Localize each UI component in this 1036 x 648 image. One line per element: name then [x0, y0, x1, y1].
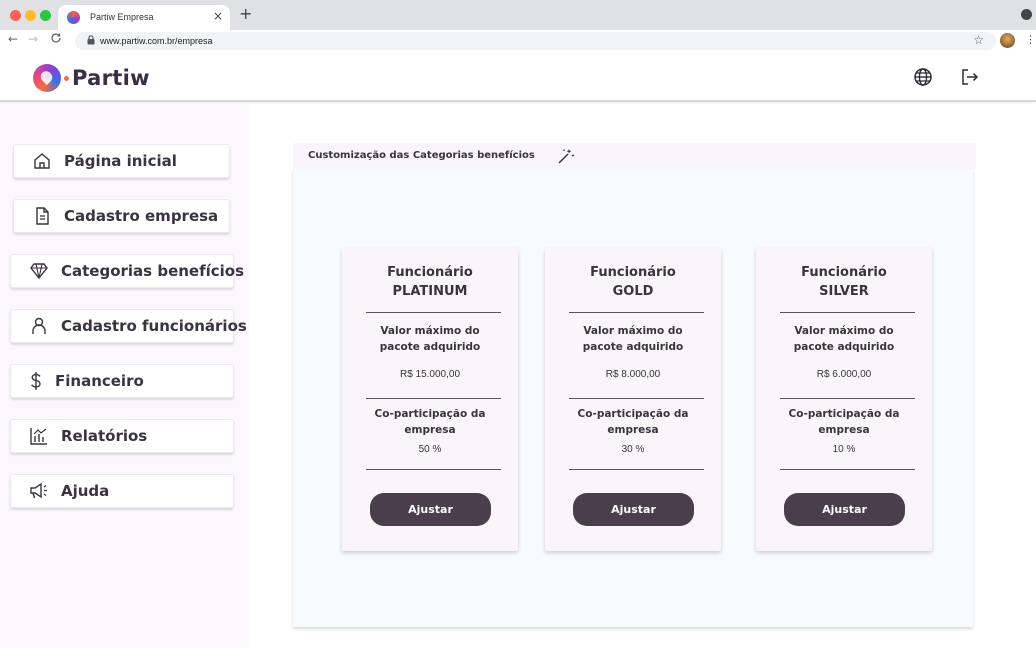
- browser-toolbar: ← → www.partiw.com.br/empresa ☆ ⋮: [0, 30, 1036, 52]
- category-card-silver: Funcionário SILVER Valor máximo do pacot…: [756, 248, 932, 551]
- label-line: pacote adquirido: [793, 341, 895, 353]
- sidebar-item-label: Cadastro funcionários: [61, 317, 247, 335]
- user-icon: [32, 317, 46, 334]
- divider: [780, 398, 915, 399]
- copart-value: 30 %: [621, 444, 645, 455]
- copart-label: Co-participação da empresa: [545, 406, 721, 438]
- label-line: Co-participação da: [577, 408, 689, 420]
- dollar-icon: [31, 372, 41, 390]
- favicon-icon: [67, 11, 80, 24]
- minimize-window-button[interactable]: [25, 10, 36, 21]
- label-line: pacote adquirido: [379, 341, 481, 353]
- card-title: Funcionário PLATINUM: [342, 263, 518, 301]
- divider: [569, 398, 704, 399]
- reload-button[interactable]: [50, 32, 62, 47]
- divider: [366, 469, 501, 470]
- max-value: R$ 6.000,00: [816, 369, 872, 380]
- forward-button[interactable]: →: [28, 32, 38, 46]
- globe-icon[interactable]: [913, 67, 933, 87]
- browser-tab-bar: Partiw Empresa × +: [0, 0, 1036, 30]
- label-line: Valor máximo do: [583, 325, 683, 337]
- sidebar-item-label: Relatórios: [61, 427, 148, 445]
- category-card-platinum: Funcionário PLATINUM Valor máximo do pac…: [342, 248, 518, 551]
- divider: [366, 312, 501, 313]
- sidebar-item-relatorios[interactable]: Relatórios: [10, 419, 234, 453]
- chart-icon: [30, 428, 47, 445]
- sidebar-item-label: Cadastro empresa: [64, 207, 219, 225]
- app-header: Partiw: [0, 52, 1036, 102]
- category-card-gold: Funcionário GOLD Valor máximo do pacote …: [545, 248, 721, 551]
- max-value-label: Valor máximo do pacote adquirido: [545, 323, 721, 355]
- card-title-line: Funcionário: [801, 265, 887, 280]
- sidebar-item-categorias-beneficios[interactable]: Categorias benefícios: [10, 254, 244, 288]
- tab-title: Partiw Empresa: [90, 12, 154, 22]
- label-line: pacote adquirido: [582, 341, 684, 353]
- label-line: empresa: [607, 424, 659, 436]
- card-title-line: Funcionário: [387, 265, 473, 280]
- browser-tab[interactable]: Partiw Empresa ×: [58, 5, 230, 30]
- profile-avatar[interactable]: [1000, 33, 1015, 48]
- sidebar-item-label: Financeiro: [55, 372, 144, 390]
- diamond-icon: [30, 263, 48, 280]
- sidebar-item-cadastro-funcionarios[interactable]: Cadastro funcionários: [10, 309, 247, 343]
- adjust-button[interactable]: Ajustar: [573, 493, 694, 526]
- lock-icon: [87, 35, 95, 48]
- browser-profile-indicator[interactable]: [1021, 9, 1032, 20]
- close-window-button[interactable]: [10, 10, 21, 21]
- divider: [569, 469, 704, 470]
- card-title-line: SILVER: [819, 284, 869, 299]
- logout-icon[interactable]: [960, 67, 980, 87]
- sidebar-item-label: Página inicial: [64, 152, 177, 170]
- url-text: www.partiw.com.br/empresa: [100, 36, 213, 46]
- document-icon: [36, 207, 49, 225]
- copart-value: 10 %: [832, 444, 856, 455]
- logo-dot: [64, 76, 69, 81]
- card-title: Funcionário SILVER: [756, 263, 932, 301]
- copart-label: Co-participação da empresa: [756, 406, 932, 438]
- browser-menu-button[interactable]: ⋮: [1025, 33, 1036, 46]
- sidebar-item-ajuda[interactable]: Ajuda: [10, 474, 234, 508]
- tab-close-button[interactable]: ×: [213, 9, 223, 23]
- label-line: Co-participação da: [374, 408, 486, 420]
- label-line: Valor máximo do: [380, 325, 480, 337]
- max-value-label: Valor máximo do pacote adquirido: [756, 323, 932, 355]
- card-title-line: GOLD: [612, 284, 654, 299]
- label-line: Co-participação da: [788, 408, 900, 420]
- sidebar-item-label: Categorias benefícios: [61, 262, 245, 280]
- copart-value: 50 %: [418, 444, 442, 455]
- magic-wand-icon[interactable]: [556, 146, 576, 166]
- divider: [780, 312, 915, 313]
- max-value: R$ 8.000,00: [605, 369, 661, 380]
- divider: [366, 398, 501, 399]
- sidebar-item-label: Ajuda: [61, 482, 110, 500]
- max-value: R$ 15.000,00: [399, 369, 461, 380]
- card-title: Funcionário GOLD: [545, 263, 721, 301]
- label-line: empresa: [404, 424, 456, 436]
- adjust-button[interactable]: Ajustar: [370, 493, 491, 526]
- max-value-label: Valor máximo do pacote adquirido: [342, 323, 518, 355]
- divider: [780, 469, 915, 470]
- reload-icon: [51, 33, 61, 43]
- sidebar-item-pagina-inicial[interactable]: Página inicial: [13, 144, 230, 178]
- sidebar-item-cadastro-empresa[interactable]: Cadastro empresa: [13, 199, 230, 233]
- sidebar-item-financeiro[interactable]: Financeiro: [10, 364, 234, 398]
- bookmark-star-icon[interactable]: ☆: [973, 33, 984, 47]
- partiw-logo-icon: [33, 64, 61, 92]
- panel-header: Customização das Categorias benefícios: [293, 143, 976, 169]
- address-bar[interactable]: www.partiw.com.br/empresa ☆: [75, 32, 996, 50]
- adjust-button[interactable]: Ajustar: [784, 493, 905, 526]
- panel-title: Customização das Categorias benefícios: [308, 150, 535, 161]
- home-icon: [34, 153, 50, 169]
- logo-text[interactable]: Partiw: [72, 66, 150, 90]
- card-title-line: Funcionário: [590, 265, 676, 280]
- copart-label: Co-participação da empresa: [342, 406, 518, 438]
- label-line: Valor máximo do: [794, 325, 894, 337]
- new-tab-button[interactable]: +: [239, 4, 252, 23]
- maximize-window-button[interactable]: [40, 10, 51, 21]
- back-button[interactable]: ←: [8, 32, 18, 46]
- megaphone-icon: [30, 482, 47, 499]
- label-line: empresa: [818, 424, 870, 436]
- card-title-line: PLATINUM: [392, 284, 468, 299]
- divider: [569, 312, 704, 313]
